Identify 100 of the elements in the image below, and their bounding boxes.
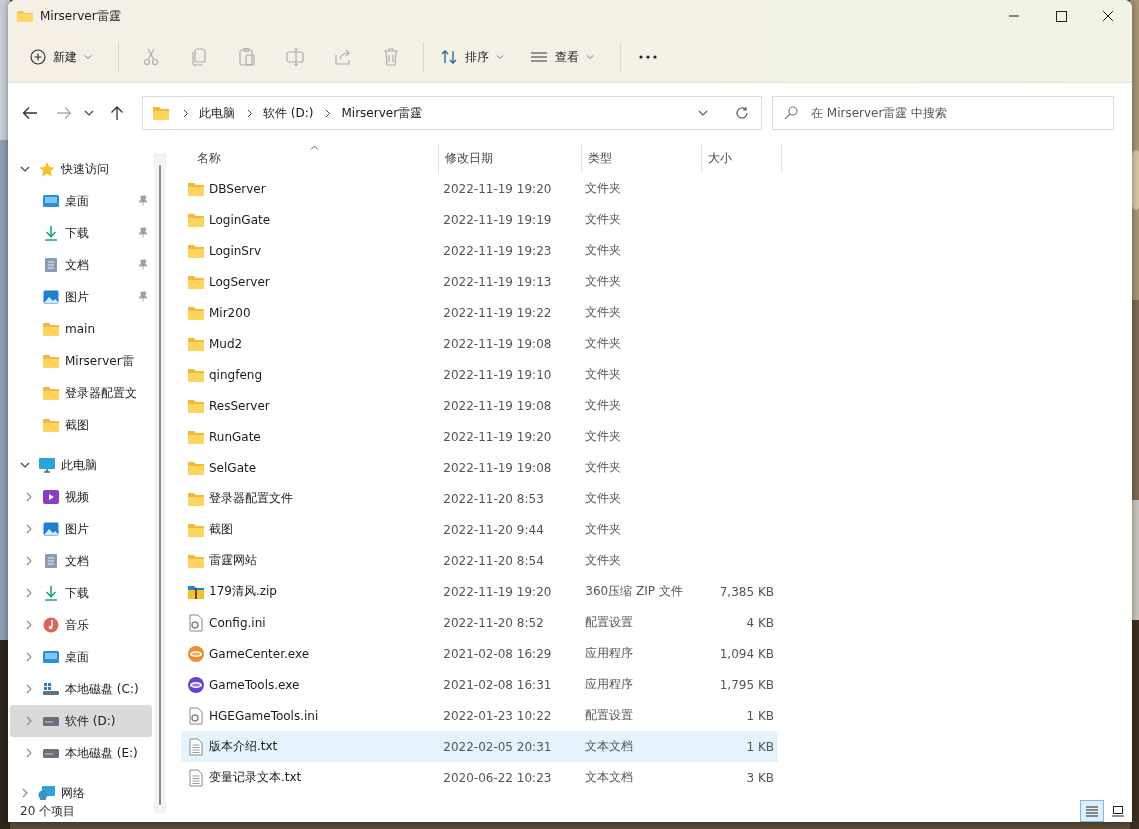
file-row[interactable]: LoginSrv 2022-11-19 19:23 文件夹 [181, 235, 778, 266]
sidebar-item[interactable]: 下载 [10, 217, 153, 249]
file-row[interactable]: 变量记录文本.txt 2020-06-22 10:23 文本文档 3 KB [181, 762, 778, 793]
sidebar-item[interactable]: 音乐 [10, 609, 153, 641]
view-button[interactable]: 查看 [522, 42, 602, 72]
sidebar-item[interactable]: 本地磁盘 (C:) [10, 673, 153, 705]
file-type: 文件夹 [585, 522, 622, 536]
column-header[interactable]: 大小 [702, 143, 782, 173]
sidebar-item[interactable]: 登录器配置文 [10, 377, 153, 409]
modified-date: 2022-11-19 19:23 [443, 243, 552, 258]
caret-icon [586, 54, 594, 60]
sidebar-item[interactable]: 桌面 [10, 641, 153, 673]
sidebar-item[interactable]: 网络 [10, 777, 153, 800]
file-name: RunGate [209, 429, 261, 444]
sidebar-item[interactable]: Mirserver雷 [10, 345, 153, 377]
chevron-right-icon[interactable] [183, 108, 189, 118]
download-icon [42, 585, 60, 601]
download-icon [42, 225, 60, 241]
new-button[interactable]: 新建 [22, 42, 100, 72]
scrollbar[interactable] [159, 165, 162, 805]
sidebar-item[interactable]: 快速访问 [10, 153, 153, 185]
file-row[interactable]: HGEGameTools.ini 2022-01-23 10:22 配置设置 1 KB [181, 700, 778, 731]
sidebar-item[interactable]: 截图 [10, 409, 153, 441]
back-icon[interactable] [22, 106, 38, 120]
file-row[interactable]: LoginGate 2022-11-19 19:19 文件夹 [181, 204, 778, 235]
breadcrumb-item[interactable]: Mirserver雷霆 [341, 104, 423, 122]
column-header[interactable]: 名称 [181, 143, 439, 173]
file-row[interactable]: qingfeng 2022-11-19 19:10 文件夹 [181, 359, 778, 390]
file-type: 文件夹 [585, 491, 622, 505]
pin-icon[interactable] [138, 259, 149, 271]
chevron-right-icon[interactable] [325, 108, 332, 118]
chevron-right-icon[interactable] [247, 108, 253, 118]
file-type: 文件夹 [585, 243, 622, 257]
file-row[interactable]: Mir200 2022-11-19 19:22 文件夹 [181, 297, 778, 328]
sort-icon [440, 49, 458, 65]
file-row[interactable]: RunGate 2022-11-19 19:20 文件夹 [181, 421, 778, 452]
sidebar-item[interactable]: 视频 [10, 481, 153, 513]
sidebar-item[interactable]: 文档 [10, 545, 153, 577]
file-name: 版本介绍.txt [209, 738, 278, 755]
modified-date: 2020-06-22 10:23 [443, 770, 552, 785]
folder-icon [42, 417, 60, 433]
list-icon [1085, 805, 1099, 817]
modified-date: 2022-01-23 10:22 [443, 708, 552, 723]
chevron-down-icon[interactable] [20, 164, 30, 174]
caret-icon [84, 54, 92, 60]
file-row[interactable]: Mud2 2022-11-19 19:08 文件夹 [181, 328, 778, 359]
file-row[interactable]: ResServer 2022-11-19 19:08 文件夹 [181, 390, 778, 421]
sidebar-item[interactable]: 文档 [10, 249, 153, 281]
file-row[interactable]: 截图 2022-11-20 9:44 文件夹 [181, 514, 778, 545]
address-bar[interactable]: 此电脑 软件 (D:) Mirserver雷霆 [142, 96, 762, 130]
search-field[interactable]: 在 Mirserver雷霆 中搜索 [772, 96, 1114, 130]
file-type: 配置设置 [585, 708, 634, 722]
file-type: 应用程序 [585, 677, 634, 691]
file-row[interactable]: SelGate 2022-11-19 19:08 文件夹 [181, 452, 778, 483]
modified-date: 2022-11-19 19:13 [443, 274, 552, 289]
pc-icon [38, 457, 56, 473]
up-icon[interactable] [110, 105, 124, 121]
file-type: 文件夹 [585, 212, 622, 226]
pin-icon[interactable] [138, 195, 149, 207]
column-header[interactable]: 修改日期 [439, 143, 582, 173]
file-size: 1 KB [746, 708, 774, 723]
file-name: 变量记录文本.txt [209, 769, 302, 786]
file-name: Config.ini [209, 615, 266, 630]
file-row[interactable]: DBServer 2022-11-19 19:20 文件夹 [181, 173, 778, 204]
column-header[interactable]: 类型 [582, 143, 702, 173]
sidebar-item[interactable]: 图片 [10, 281, 153, 313]
sidebar-item[interactable]: 下载 [10, 577, 153, 609]
sidebar-item[interactable]: 本地磁盘 (E:) [10, 737, 153, 769]
modified-date: 2022-11-20 9:44 [443, 522, 544, 537]
sidebar-item[interactable]: 软件 (D:) [10, 705, 153, 737]
file-row[interactable]: GameTools.exe 2021-02-08 16:31 应用程序 1,795 KB [181, 669, 778, 700]
chevron-down-icon[interactable] [20, 460, 30, 470]
file-name: GameCenter.exe [209, 646, 310, 661]
file-row[interactable]: 版本介绍.txt 2022-02-05 20:31 文本文档 1 KB [181, 731, 778, 762]
settings-file-icon [187, 613, 205, 632]
file-row[interactable]: LogServer 2022-11-19 19:13 文件夹 [181, 266, 778, 297]
sidebar-item[interactable]: 图片 [10, 513, 153, 545]
file-row[interactable]: 179清风.zip 2022-11-19 19:20 360压缩 ZIP 文件 7,385 KB [181, 576, 778, 607]
pin-icon[interactable] [138, 291, 149, 303]
sidebar-item[interactable]: main [10, 313, 153, 345]
pin-icon[interactable] [138, 227, 149, 239]
file-size: 1,795 KB [719, 677, 774, 692]
breadcrumb-item[interactable]: 软件 (D:) [263, 104, 314, 122]
doc-icon [42, 257, 60, 273]
video-icon [42, 489, 60, 505]
file-row[interactable]: 登录器配置文件 2022-11-20 8:53 文件夹 [181, 483, 778, 514]
file-row[interactable]: 雷霆网站 2022-11-20 8:54 文件夹 [181, 545, 778, 576]
chevron-down-icon[interactable] [84, 110, 94, 116]
chevron-down-icon[interactable] [698, 110, 708, 116]
refresh-icon[interactable] [735, 106, 749, 120]
sidebar-item[interactable]: 桌面 [10, 185, 153, 217]
file-name: 雷霆网站 [209, 552, 257, 569]
file-row[interactable]: GameCenter.exe 2021-02-08 16:29 应用程序 1,094 KB [181, 638, 778, 669]
sidebar-item[interactable]: 此电脑 [10, 449, 153, 481]
tiles-icon [1111, 805, 1125, 817]
sort-button[interactable]: 排序 [432, 42, 512, 72]
file-row[interactable]: Config.ini 2022-11-20 8:52 配置设置 4 KB [181, 607, 778, 638]
file-type: 文件夹 [585, 367, 622, 381]
breadcrumb-item[interactable]: 此电脑 [199, 104, 235, 122]
search-icon [784, 106, 798, 120]
